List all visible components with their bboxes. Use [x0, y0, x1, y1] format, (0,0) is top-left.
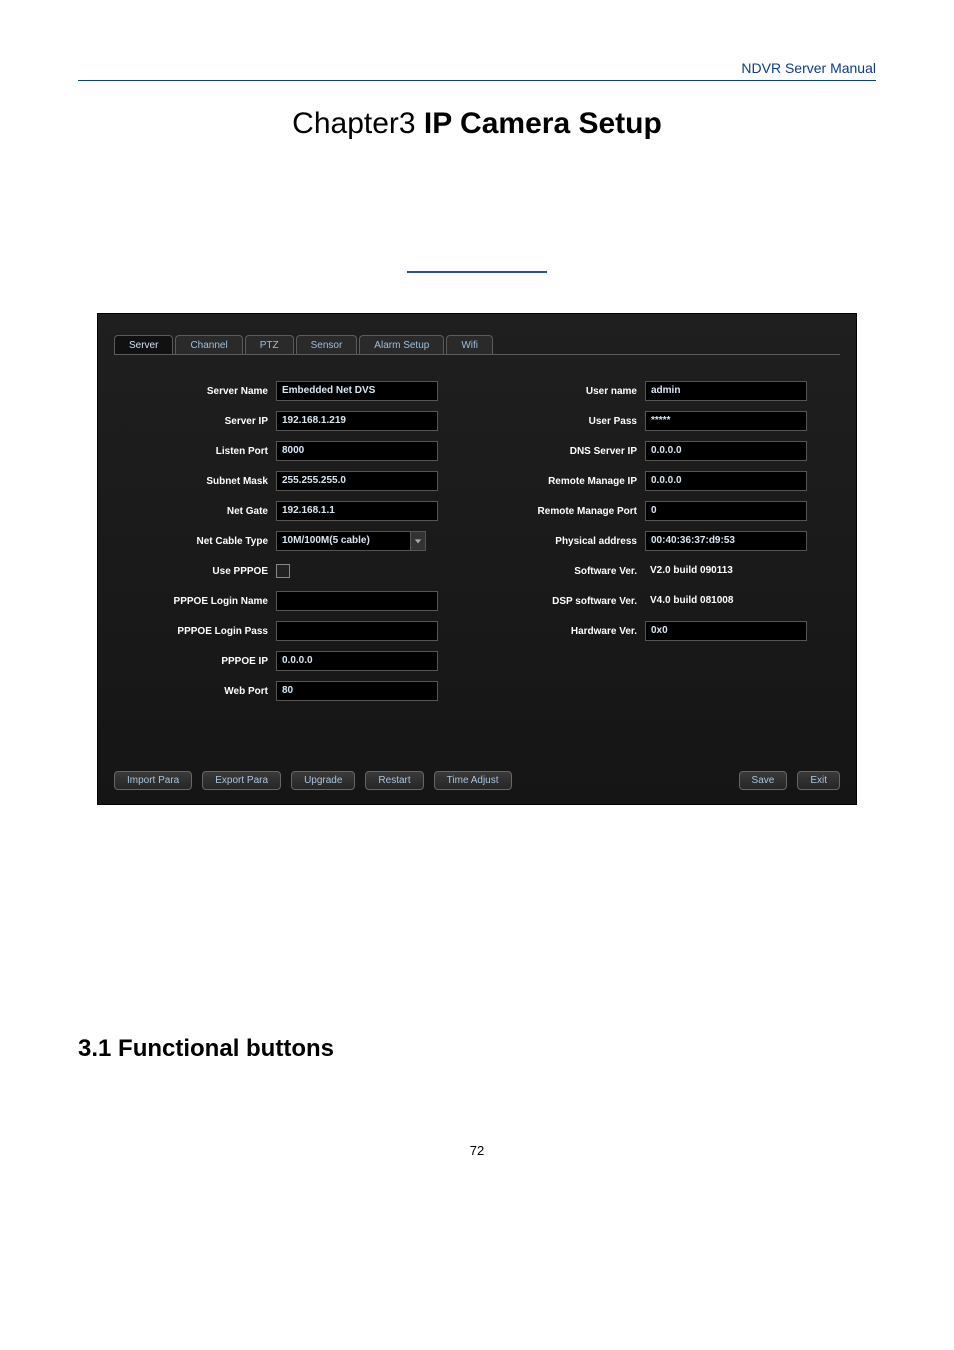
left-column: Server NameEmbedded Net DVS Server IP192…	[138, 381, 447, 711]
dsp-software-ver-value: V4.0 build 081008	[645, 592, 816, 610]
net-gate-input[interactable]: 192.168.1.1	[276, 501, 438, 521]
pppoe-login-name-input[interactable]	[276, 591, 438, 611]
chapter-prefix: Chapter3	[292, 107, 424, 140]
remote-manage-ip-label: Remote Manage IP	[507, 476, 645, 487]
tab-channel[interactable]: Channel	[175, 335, 242, 354]
pppoe-login-pass-label: PPPOE Login Pass	[138, 626, 276, 637]
button-bar: Import Para Export Para Upgrade Restart …	[114, 711, 840, 790]
server-ip-input[interactable]: 192.168.1.219	[276, 411, 438, 431]
hardware-ver-input[interactable]: 0x0	[645, 621, 807, 641]
remote-manage-port-input[interactable]: 0	[645, 501, 807, 521]
chapter-title: Chapter3 IP Camera Setup	[78, 107, 876, 141]
manual-title: NDVR Server Manual	[78, 60, 876, 81]
tab-alarm-setup[interactable]: Alarm Setup	[359, 335, 444, 354]
import-para-button[interactable]: Import Para	[114, 771, 192, 790]
server-name-label: Server Name	[138, 386, 276, 397]
net-cable-type-select[interactable]: 10M/100M(5 cable)	[276, 531, 410, 551]
web-port-input[interactable]: 80	[276, 681, 438, 701]
chevron-down-icon	[414, 537, 422, 545]
dns-server-ip-input[interactable]: 0.0.0.0	[645, 441, 807, 461]
hardware-ver-label: Hardware Ver.	[507, 626, 645, 637]
remote-manage-port-label: Remote Manage Port	[507, 506, 645, 517]
software-ver-label: Software Ver.	[507, 566, 645, 577]
settings-window: Server Channel PTZ Sensor Alarm Setup Wi…	[97, 313, 857, 805]
tab-bar: Server Channel PTZ Sensor Alarm Setup Wi…	[114, 332, 840, 355]
chapter-name: IP Camera Setup	[424, 107, 662, 140]
net-cable-type-dropdown-button[interactable]	[410, 531, 426, 551]
export-para-button[interactable]: Export Para	[202, 771, 281, 790]
net-gate-label: Net Gate	[138, 506, 276, 517]
tab-sensor[interactable]: Sensor	[296, 335, 358, 354]
dns-server-ip-label: DNS Server IP	[507, 446, 645, 457]
server-ip-label: Server IP	[138, 416, 276, 427]
dsp-software-ver-label: DSP software Ver.	[507, 596, 645, 607]
right-column: User nameadmin User Pass***** DNS Server…	[507, 381, 816, 711]
pppoe-login-name-label: PPPOE Login Name	[138, 596, 276, 607]
physical-address-input[interactable]: 00:40:36:37:d9:53	[645, 531, 807, 551]
web-port-label: Web Port	[138, 686, 276, 697]
section-heading: 3.1 Functional buttons	[78, 1035, 876, 1063]
server-name-input[interactable]: Embedded Net DVS	[276, 381, 438, 401]
tab-ptz[interactable]: PTZ	[245, 335, 294, 354]
user-name-label: User name	[507, 386, 645, 397]
net-cable-type-label: Net Cable Type	[138, 536, 276, 547]
pppoe-ip-input[interactable]: 0.0.0.0	[276, 651, 438, 671]
section-link-underline	[407, 251, 547, 273]
remote-manage-ip-input[interactable]: 0.0.0.0	[645, 471, 807, 491]
subnet-mask-label: Subnet Mask	[138, 476, 276, 487]
save-button[interactable]: Save	[739, 771, 788, 790]
subnet-mask-input[interactable]: 255.255.255.0	[276, 471, 438, 491]
physical-address-label: Physical address	[507, 536, 645, 547]
pppoe-ip-label: PPPOE IP	[138, 656, 276, 667]
use-pppoe-label: Use PPPOE	[138, 566, 276, 577]
form-area: Server NameEmbedded Net DVS Server IP192…	[114, 381, 840, 711]
upgrade-button[interactable]: Upgrade	[291, 771, 355, 790]
user-pass-label: User Pass	[507, 416, 645, 427]
listen-port-input[interactable]: 8000	[276, 441, 438, 461]
user-name-input[interactable]: admin	[645, 381, 807, 401]
tab-wifi[interactable]: Wifi	[446, 335, 493, 354]
restart-button[interactable]: Restart	[365, 771, 423, 790]
use-pppoe-checkbox[interactable]	[276, 564, 290, 578]
user-pass-input[interactable]: *****	[645, 411, 807, 431]
tab-server[interactable]: Server	[114, 335, 173, 354]
software-ver-value: V2.0 build 090113	[645, 562, 816, 580]
pppoe-login-pass-input[interactable]	[276, 621, 438, 641]
listen-port-label: Listen Port	[138, 446, 276, 457]
exit-button[interactable]: Exit	[797, 771, 840, 790]
page-number: 72	[78, 1143, 876, 1158]
time-adjust-button[interactable]: Time Adjust	[434, 771, 512, 790]
